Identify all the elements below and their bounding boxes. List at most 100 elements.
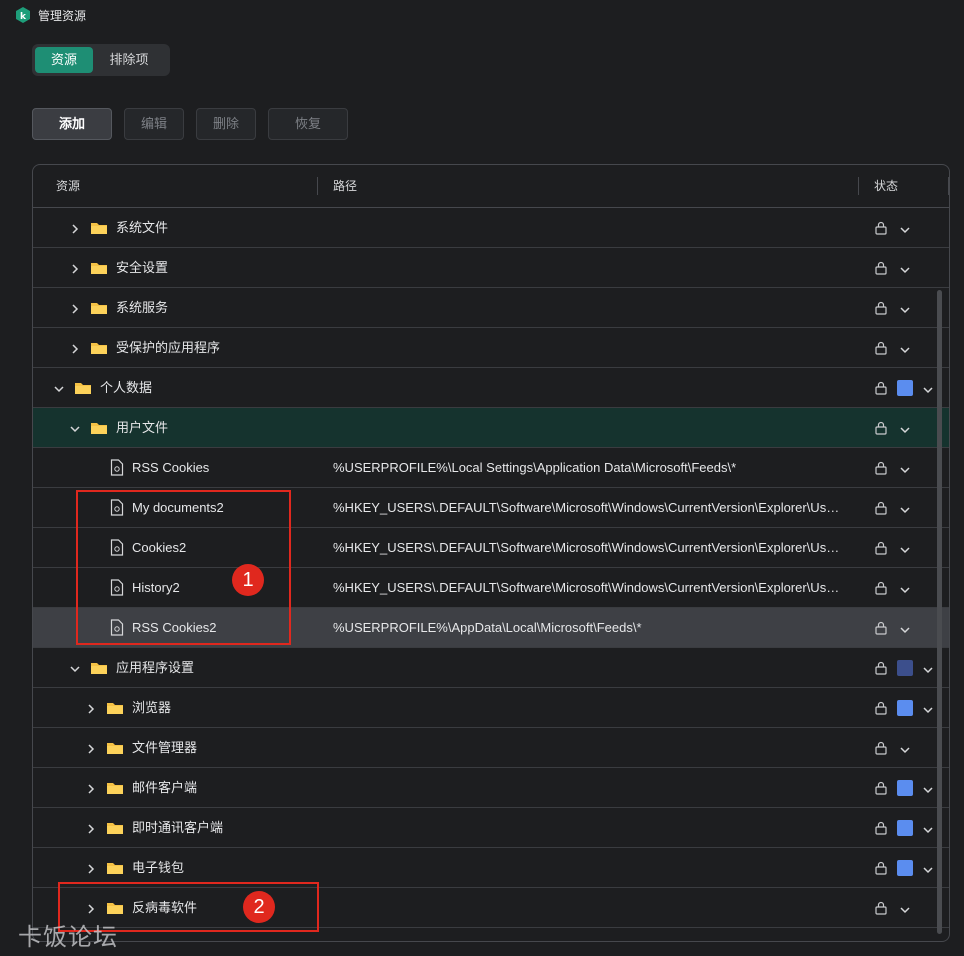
vertical-scrollbar[interactable]	[937, 290, 942, 934]
lock-icon	[875, 661, 887, 675]
add-button[interactable]: 添加	[32, 108, 112, 140]
edit-button[interactable]: 编辑	[124, 108, 184, 140]
row-name: 系统文件	[116, 220, 169, 235]
table-row[interactable]: 浏览器	[33, 688, 949, 728]
chevron-right-icon[interactable]	[70, 342, 80, 354]
lock-icon	[875, 341, 887, 355]
chevron-right-icon[interactable]	[86, 702, 96, 714]
table-row[interactable]: 个人数据	[33, 368, 949, 408]
column-divider	[948, 177, 949, 195]
status-dropdown-icon[interactable]	[900, 303, 910, 314]
row-path: %USERPROFILE%\Local Settings\Application…	[333, 460, 737, 475]
column-path[interactable]: 路径	[333, 165, 357, 208]
table-row[interactable]: RSS Cookies %USERPROFILE%\Local Settings\…	[33, 448, 949, 488]
lock-icon	[875, 301, 887, 315]
lock-icon	[875, 421, 887, 435]
status-dropdown-icon[interactable]	[900, 223, 910, 234]
chevron-right-icon[interactable]	[70, 222, 80, 234]
column-status[interactable]: 状态	[874, 165, 898, 208]
status-dropdown-icon[interactable]	[923, 863, 933, 874]
chevron-right-icon[interactable]	[86, 822, 96, 834]
table-row[interactable]: 用户文件	[33, 408, 949, 448]
row-name: 受保护的应用程序	[116, 340, 221, 355]
status-dropdown-icon[interactable]	[923, 783, 933, 794]
status-dropdown-icon[interactable]	[923, 823, 933, 834]
chevron-right-icon[interactable]	[70, 302, 80, 314]
chevron-down-icon[interactable]	[70, 422, 80, 433]
row-path: %USERPROFILE%\AppData\Local\Microsoft\Fe…	[333, 620, 642, 635]
lock-icon	[875, 541, 887, 555]
lock-icon	[875, 461, 887, 475]
watermark: 卡饭论坛	[18, 923, 118, 951]
folder-icon	[107, 702, 123, 714]
row-name: 即时通讯客户端	[132, 820, 224, 835]
status-dropdown-icon[interactable]	[900, 503, 910, 514]
status-dropdown-icon[interactable]	[900, 543, 910, 554]
tab-switcher: 资源 排除项	[32, 44, 170, 76]
row-name: 文件管理器	[132, 740, 198, 755]
folder-icon	[91, 262, 107, 274]
status-dropdown-icon[interactable]	[900, 423, 910, 434]
row-name: 浏览器	[132, 700, 172, 715]
folder-icon	[91, 222, 107, 234]
svg-text:k: k	[20, 12, 27, 22]
status-indicator[interactable]	[897, 380, 913, 396]
status-indicator[interactable]	[897, 820, 913, 836]
title-bar: k 管理资源	[0, 0, 964, 30]
status-indicator[interactable]	[897, 780, 913, 796]
restore-button[interactable]: 恢复	[268, 108, 348, 140]
row-name: RSS Cookies	[132, 460, 210, 475]
annotation-marker-1: 1	[232, 564, 264, 596]
window-title: 管理资源	[38, 8, 87, 23]
table-row[interactable]: 系统服务	[33, 288, 949, 328]
lock-icon	[875, 701, 887, 715]
kaspersky-logo-icon: k	[16, 7, 30, 23]
status-dropdown-icon[interactable]	[900, 623, 910, 634]
status-dropdown-icon[interactable]	[923, 703, 933, 714]
lock-icon	[875, 381, 887, 395]
table-row[interactable]: 系统文件	[33, 208, 949, 248]
table-row[interactable]: 文件管理器	[33, 728, 949, 768]
status-indicator[interactable]	[897, 660, 913, 676]
chevron-down-icon[interactable]	[54, 382, 64, 393]
table-row[interactable]: 安全设置	[33, 248, 949, 288]
status-dropdown-icon[interactable]	[923, 663, 933, 674]
status-dropdown-icon[interactable]	[923, 383, 933, 394]
status-dropdown-icon[interactable]	[900, 583, 910, 594]
status-dropdown-icon[interactable]	[900, 743, 910, 754]
chevron-right-icon[interactable]	[70, 262, 80, 274]
folder-icon	[107, 742, 123, 754]
status-dropdown-icon[interactable]	[900, 263, 910, 274]
column-resource[interactable]: 资源	[56, 165, 80, 208]
row-path: %HKEY_USERS\.DEFAULT\Software\Microsoft\…	[333, 580, 843, 595]
lock-icon	[875, 501, 887, 515]
row-name: 安全设置	[116, 260, 169, 275]
folder-icon	[91, 302, 107, 314]
status-indicator[interactable]	[897, 700, 913, 716]
lock-icon	[875, 901, 887, 915]
lock-icon	[875, 861, 887, 875]
chevron-right-icon[interactable]	[86, 862, 96, 874]
table-row[interactable]: 即时通讯客户端	[33, 808, 949, 848]
status-dropdown-icon[interactable]	[900, 463, 910, 474]
chevron-right-icon[interactable]	[86, 782, 96, 794]
table-row[interactable]: 邮件客户端	[33, 768, 949, 808]
folder-icon	[107, 862, 123, 874]
file-icon	[110, 459, 124, 476]
tab-exclusions[interactable]: 排除项	[93, 47, 165, 73]
status-indicator[interactable]	[897, 860, 913, 876]
lock-icon	[875, 621, 887, 635]
status-dropdown-icon[interactable]	[900, 903, 910, 914]
table-row[interactable]: 受保护的应用程序	[33, 328, 949, 368]
lock-icon	[875, 221, 887, 235]
chevron-right-icon[interactable]	[86, 742, 96, 754]
chevron-down-icon[interactable]	[70, 662, 80, 673]
column-divider[interactable]	[858, 177, 859, 195]
table-row[interactable]: 应用程序设置	[33, 648, 949, 688]
tab-resources[interactable]: 资源	[35, 47, 93, 73]
status-dropdown-icon[interactable]	[900, 343, 910, 354]
folder-icon	[107, 782, 123, 794]
lock-icon	[875, 741, 887, 755]
delete-button[interactable]: 删除	[196, 108, 256, 140]
column-divider[interactable]	[317, 177, 318, 195]
